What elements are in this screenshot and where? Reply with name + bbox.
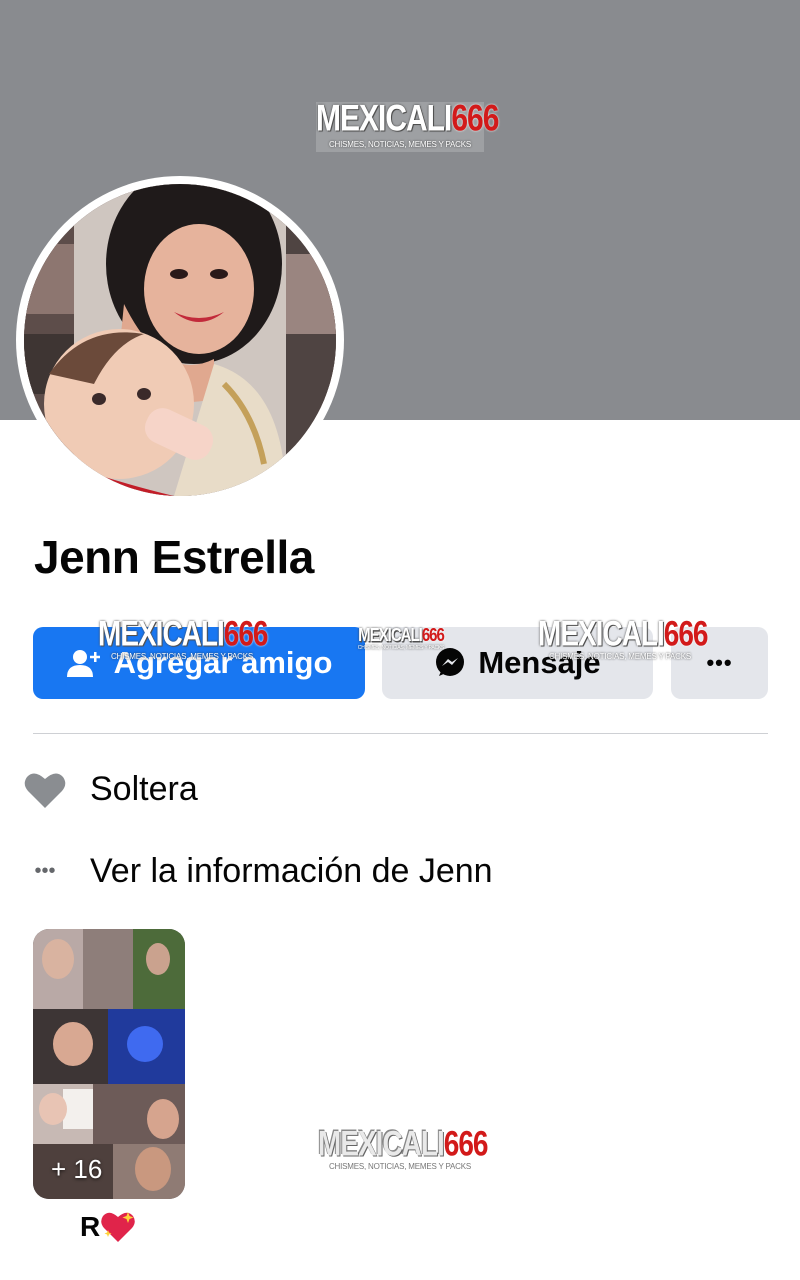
more-options-icon: ••• (706, 650, 733, 675)
story-title: R (80, 1210, 136, 1244)
relationship-status: Soltera (90, 770, 198, 808)
heart-icon (24, 771, 66, 809)
story-highlight[interactable]: + 16 (33, 929, 185, 1199)
profile-picture[interactable] (16, 176, 344, 504)
sparkling-heart-icon (100, 1210, 136, 1244)
watermark-logo: MEXICALI666 CHISMES, NOTICIAS, MEMES Y P… (318, 1124, 488, 1171)
profile-photo (24, 184, 336, 496)
message-button[interactable]: Mensaje (382, 627, 653, 699)
add-friend-icon (66, 648, 102, 678)
message-label: Mensaje (478, 645, 601, 680)
profile-name: Jenn Estrella (34, 531, 314, 583)
relationship-status-row: Soltera (24, 770, 198, 809)
profile-page: MEXICALI666 CHISMES, NOTICIAS, MEMES Y P… (0, 0, 800, 1280)
story-count: + 16 (51, 1154, 103, 1184)
messenger-icon (434, 647, 466, 679)
more-options-button[interactable]: ••• (671, 627, 768, 699)
ellipsis-icon: ••• (34, 860, 56, 882)
add-friend-button[interactable]: Agregar amigo (33, 627, 365, 699)
see-about-label: Ver la información de Jenn (90, 852, 493, 890)
add-friend-label: Agregar amigo (113, 645, 333, 680)
see-about-link[interactable]: ••• Ver la información de Jenn (24, 852, 493, 891)
divider (33, 733, 768, 734)
